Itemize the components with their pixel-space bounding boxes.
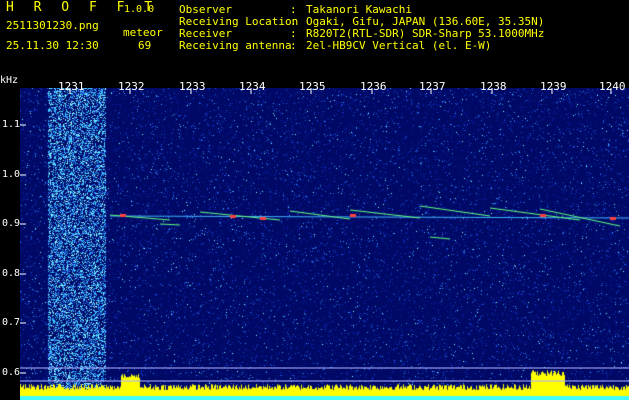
x-tick-label: 1238 — [480, 80, 507, 93]
antenna-key: Receiving antenna — [179, 39, 292, 52]
y-tick-label: 0.9 — [2, 218, 21, 229]
y-tick-label: 1.1 — [2, 119, 21, 130]
y-axis-unit: kHz — [0, 75, 19, 86]
meteor-count: 69 — [138, 39, 152, 52]
x-tick-label: 1240 — [599, 80, 626, 93]
y-tick-label: 0.6 — [2, 367, 21, 378]
x-tick-label: 1232 — [118, 80, 145, 93]
antenna-value: 2el-HB9CV Vertical (el. E-W) — [306, 39, 492, 52]
header-panel: H R O F F T 1.0.0 2511301230.png meteor … — [0, 0, 629, 76]
app-version: 1.0.0 — [124, 4, 155, 15]
x-tick-label: 1237 — [419, 80, 446, 93]
spectrogram — [20, 88, 629, 400]
file-datetime: 25.11.30 12:30 — [6, 39, 99, 52]
y-tick-label: 1.0 — [2, 169, 21, 180]
antenna-colon: : — [290, 39, 297, 52]
x-tick-label: 1239 — [540, 80, 567, 93]
y-tick-label: 0.7 — [2, 317, 21, 328]
x-tick-label: 1231 — [58, 80, 85, 93]
y-tick-label: 0.8 — [2, 268, 21, 279]
x-tick-label: 1234 — [239, 80, 266, 93]
file-name: 2511301230.png — [6, 19, 99, 32]
x-tick-label: 1233 — [179, 80, 206, 93]
meteor-label: meteor — [123, 26, 163, 39]
x-tick-label: 1236 — [360, 80, 387, 93]
x-tick-label: 1235 — [299, 80, 326, 93]
